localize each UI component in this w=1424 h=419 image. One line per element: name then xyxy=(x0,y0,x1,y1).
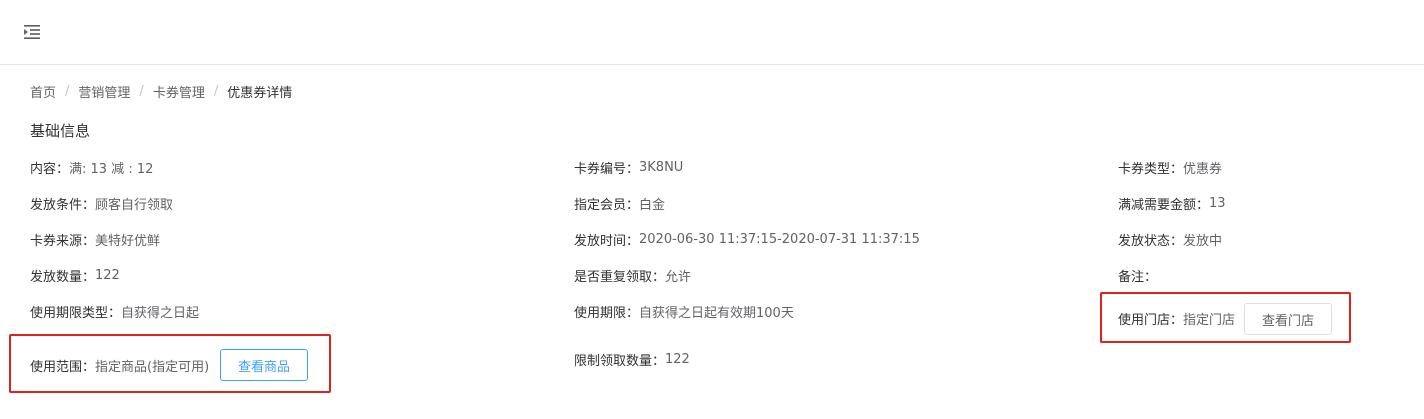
field-issue-time: 发放时间： 2020-06-30 11:37:15-2020-07-31 11:… xyxy=(574,230,920,249)
field-threshold: 满减需要金额： 13 xyxy=(1118,194,1226,213)
breadcrumb-coupon-management[interactable]: 卡券管理 xyxy=(153,82,205,101)
field-label: 使用范围： xyxy=(30,359,96,375)
field-value: 122 xyxy=(665,351,690,367)
field-value: 顾客自行领取 xyxy=(95,197,174,213)
field-value: 满: 13 减 : 12 xyxy=(69,161,154,177)
field-label: 卡券来源： xyxy=(30,233,96,249)
field-value: 发放中 xyxy=(1183,233,1223,249)
field-label: 卡券编号： xyxy=(574,161,640,177)
field-value: 自获得之日起有效期100天 xyxy=(639,305,794,321)
field-content: 内容： 满: 13 减 : 12 xyxy=(30,158,154,177)
field-value: 允许 xyxy=(665,269,692,285)
field-value: 指定商品(指定可用) xyxy=(95,359,210,375)
field-repeat-claim: 是否重复领取： 允许 xyxy=(574,266,692,285)
view-goods-button[interactable]: 查看商品 xyxy=(220,349,308,381)
field-issue-condition: 发放条件： 顾客自行领取 xyxy=(30,194,174,213)
field-scope: 使用范围： 指定商品(指定可用) xyxy=(30,356,210,375)
field-label: 使用期限： xyxy=(574,305,640,321)
breadcrumb-home[interactable]: 首页 xyxy=(30,82,56,101)
breadcrumb-separator: / xyxy=(213,83,219,99)
field-stores: 使用门店： 指定门店 xyxy=(1118,309,1236,328)
field-period: 使用期限： 自获得之日起有效期100天 xyxy=(574,302,794,321)
field-label: 限制领取数量： xyxy=(574,353,666,369)
field-issue-status: 发放状态： 发放中 xyxy=(1118,230,1223,249)
breadcrumb-current: 优惠券详情 xyxy=(227,85,293,101)
field-period-type: 使用期限类型： 自获得之日起 xyxy=(30,302,200,321)
top-header xyxy=(0,0,1424,65)
field-label: 发放条件： xyxy=(30,197,96,213)
field-coupon-no: 卡券编号： 3K8NU xyxy=(574,158,684,177)
field-value: 优惠券 xyxy=(1183,161,1223,177)
field-value: 3K8NU xyxy=(639,159,684,175)
field-label: 发放数量： xyxy=(30,269,96,285)
menu-fold-icon[interactable] xyxy=(22,23,42,41)
field-label: 发放时间： xyxy=(574,233,640,249)
field-label: 内容： xyxy=(30,161,70,177)
field-value: 指定门店 xyxy=(1183,312,1236,328)
field-value: 自获得之日起 xyxy=(121,305,200,321)
breadcrumb-separator: / xyxy=(139,83,144,99)
field-label: 备注： xyxy=(1118,269,1158,285)
field-label: 发放状态： xyxy=(1118,233,1184,249)
field-source: 卡券来源： 美特好优鲜 xyxy=(30,230,161,249)
section-title: 基础信息 xyxy=(30,122,91,140)
breadcrumb-marketing[interactable]: 营销管理 xyxy=(78,82,130,101)
field-label: 使用门店： xyxy=(1118,312,1184,328)
field-quantity: 发放数量： 122 xyxy=(30,266,120,285)
field-value: 13 xyxy=(1209,195,1226,211)
view-stores-button[interactable]: 查看门店 xyxy=(1244,303,1332,335)
field-label: 卡券类型： xyxy=(1118,161,1184,177)
field-value: 122 xyxy=(95,267,120,283)
breadcrumb-separator: / xyxy=(65,83,70,99)
field-claim-limit: 限制领取数量： 122 xyxy=(574,350,690,369)
field-member: 指定会员： 白金 xyxy=(574,194,666,213)
field-remark: 备注： xyxy=(1118,266,1158,285)
field-label: 是否重复领取： xyxy=(574,269,666,285)
field-coupon-type: 卡券类型： 优惠券 xyxy=(1118,158,1223,177)
field-label: 使用期限类型： xyxy=(30,305,122,321)
field-label: 满减需要金额： xyxy=(1118,197,1210,213)
field-value: 2020-06-30 11:37:15-2020-07-31 11:37:15 xyxy=(639,231,920,247)
field-value: 白金 xyxy=(639,197,666,213)
field-value: 美特好优鲜 xyxy=(95,233,161,249)
field-label: 指定会员： xyxy=(574,197,640,213)
breadcrumb: 首页 / 营销管理 / 卡券管理 / 优惠券详情 xyxy=(30,82,293,101)
